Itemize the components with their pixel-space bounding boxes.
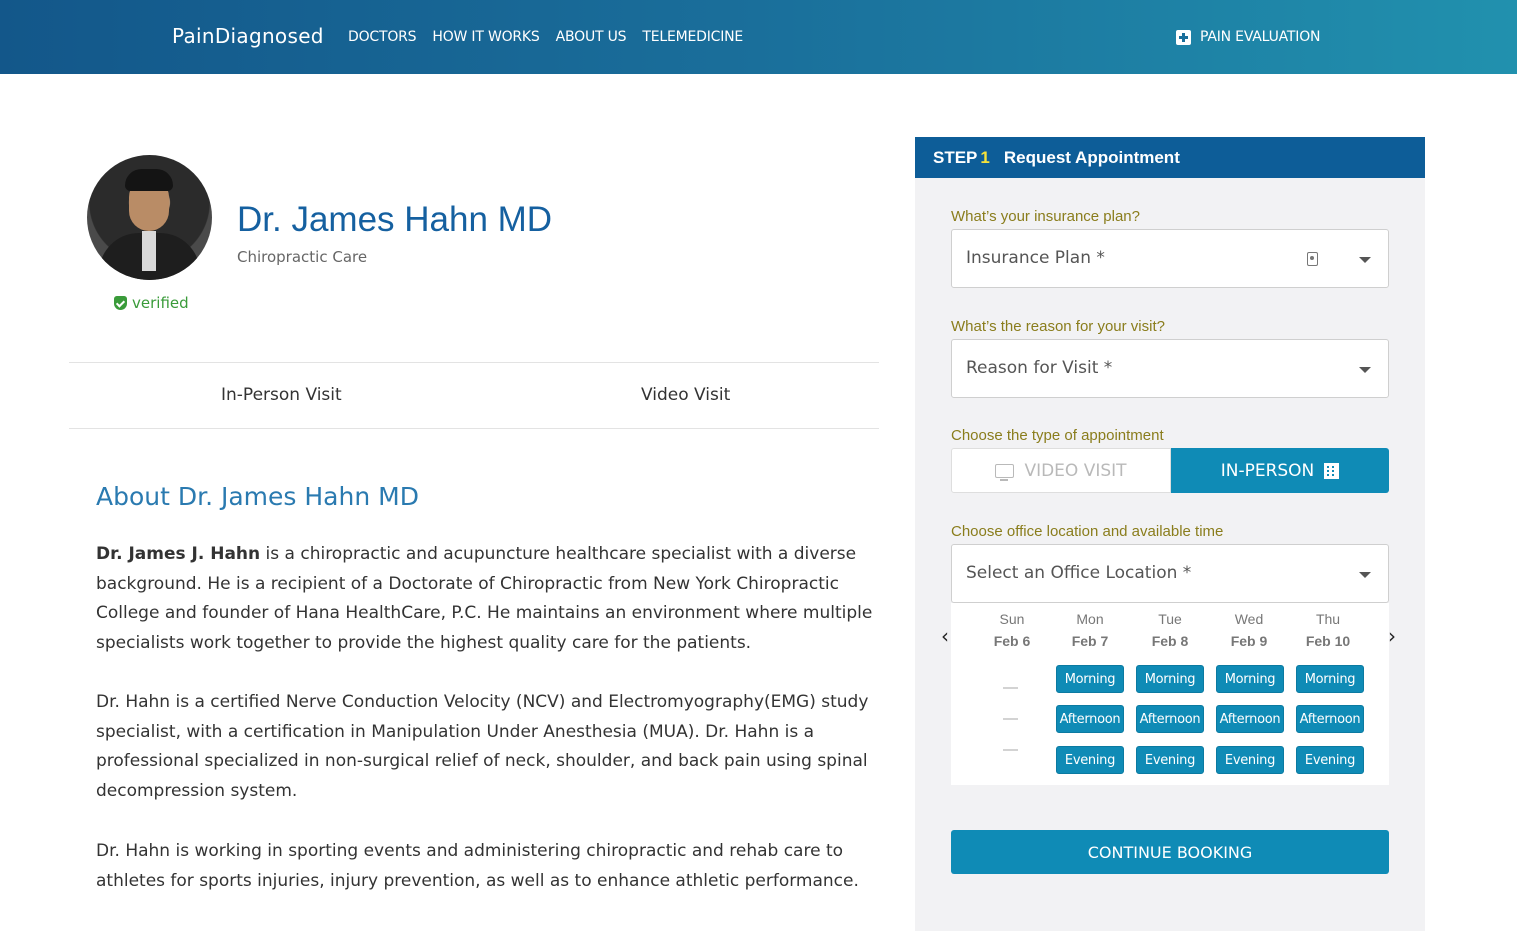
- chevron-down-icon: [1359, 257, 1371, 263]
- appointment-type-question: Choose the type of appointment: [951, 427, 1164, 444]
- location-placeholder: Select an Office Location *: [966, 563, 1192, 583]
- plus-square-icon: [1176, 29, 1191, 45]
- slot-mon-evening[interactable]: Evening: [1056, 746, 1124, 774]
- slot-tue-afternoon[interactable]: Afternoon: [1136, 705, 1204, 733]
- in-person-option[interactable]: IN-PERSON: [1171, 448, 1389, 493]
- next-week-arrow-icon[interactable]: ›: [1388, 624, 1396, 648]
- day-column-sun: Sun Feb 6: [993, 611, 1031, 649]
- site-logo[interactable]: PainDiagnosed: [172, 24, 324, 48]
- bio-paragraph-3: Dr. Hahn is working in sporting events a…: [96, 841, 859, 891]
- booking-panel: STEP 1 Request Appointment What’s your ins…: [915, 137, 1425, 931]
- top-navigation-bar: PainDiagnosed DOCTORS HOW IT WORKS ABOUT…: [0, 0, 1517, 74]
- pain-evaluation-label: PAIN EVALUATION: [1200, 29, 1321, 45]
- shield-check-icon: [114, 296, 127, 310]
- building-icon: [1324, 462, 1340, 479]
- in-person-label: IN-PERSON: [1220, 460, 1315, 481]
- video-visit-option[interactable]: VIDEO VISIT: [951, 448, 1171, 493]
- location-question: Choose office location and available tim…: [951, 523, 1224, 540]
- nav-how-it-works[interactable]: HOW IT WORKS: [432, 29, 539, 45]
- reason-for-visit-select[interactable]: Reason for Visit *: [951, 339, 1389, 398]
- continue-booking-button[interactable]: CONTINUE BOOKING: [951, 830, 1389, 874]
- bio-paragraph-1: Dr. James J. Hahn is a chiropractic and …: [96, 540, 886, 659]
- chevron-down-icon: [1359, 572, 1371, 578]
- insurance-question: What’s your insurance plan?: [951, 208, 1140, 225]
- doctor-name: Dr. James Hahn MD: [237, 200, 553, 239]
- insurance-plan-select[interactable]: Insurance Plan *: [951, 229, 1389, 288]
- verified-badge: verified: [114, 294, 189, 312]
- insurance-plan-placeholder: Insurance Plan *: [966, 248, 1105, 268]
- tab-video-visit[interactable]: Video Visit: [641, 385, 730, 405]
- nav-about-us[interactable]: ABOUT US: [556, 29, 627, 45]
- doctor-specialty: Chiropractic Care: [237, 248, 368, 266]
- appointment-type-toggle: VIDEO VISIT IN-PERSON: [951, 448, 1389, 493]
- chevron-down-icon: [1359, 367, 1371, 373]
- prev-week-arrow-icon[interactable]: ‹: [941, 624, 949, 648]
- slot-mon-morning[interactable]: Morning: [1056, 665, 1124, 693]
- verified-label: verified: [132, 294, 189, 312]
- slot-wed-afternoon[interactable]: Afternoon: [1216, 705, 1284, 733]
- slot-thu-afternoon[interactable]: Afternoon: [1296, 705, 1364, 733]
- step-number: 1: [980, 148, 990, 167]
- id-card-icon: [1307, 252, 1318, 266]
- bio-paragraph-2: Dr. Hahn is a certified Nerve Conduction…: [96, 692, 869, 802]
- unavailable-slot: [1003, 718, 1018, 720]
- slot-tue-morning[interactable]: Morning: [1136, 665, 1204, 693]
- slot-mon-afternoon[interactable]: Afternoon: [1056, 705, 1124, 733]
- day-column-mon: Mon Feb 7: [1071, 611, 1109, 649]
- day-column-thu: Thu Feb 10: [1305, 611, 1351, 649]
- doctor-avatar: [87, 155, 212, 280]
- nav-doctors[interactable]: DOCTORS: [348, 29, 417, 45]
- day-column-tue: Tue Feb 8: [1151, 611, 1189, 649]
- slot-tue-evening[interactable]: Evening: [1136, 746, 1204, 774]
- step-label: STEP: [933, 148, 978, 167]
- reason-question: What’s the reason for your visit?: [951, 318, 1165, 335]
- visit-type-tabs: In-Person Visit Video Visit: [69, 362, 879, 429]
- unavailable-slot: [1003, 687, 1018, 689]
- video-visit-label: VIDEO VISIT: [1024, 460, 1127, 481]
- unavailable-slot: [1003, 749, 1018, 751]
- main-nav: DOCTORS HOW IT WORKS ABOUT US TELEMEDICI…: [348, 29, 743, 45]
- slot-thu-evening[interactable]: Evening: [1296, 746, 1364, 774]
- booking-step-header: STEP 1 Request Appointment: [915, 137, 1425, 178]
- tab-in-person-visit[interactable]: In-Person Visit: [221, 385, 342, 405]
- pain-evaluation-link[interactable]: PAIN EVALUATION: [1176, 29, 1320, 45]
- slot-wed-evening[interactable]: Evening: [1216, 746, 1284, 774]
- slot-thu-morning[interactable]: Morning: [1296, 665, 1364, 693]
- day-column-wed: Wed Feb 9: [1230, 611, 1268, 649]
- nav-telemedicine[interactable]: TELEMEDICINE: [642, 29, 743, 45]
- slot-wed-morning[interactable]: Morning: [1216, 665, 1284, 693]
- step-title: Request Appointment: [1003, 148, 1180, 167]
- about-heading: About Dr. James Hahn MD: [96, 482, 419, 511]
- bio-name-bold: Dr. James J. Hahn: [96, 544, 261, 564]
- monitor-icon: [995, 463, 1015, 481]
- office-location-select[interactable]: Select an Office Location *: [951, 544, 1389, 603]
- reason-placeholder: Reason for Visit *: [966, 358, 1113, 378]
